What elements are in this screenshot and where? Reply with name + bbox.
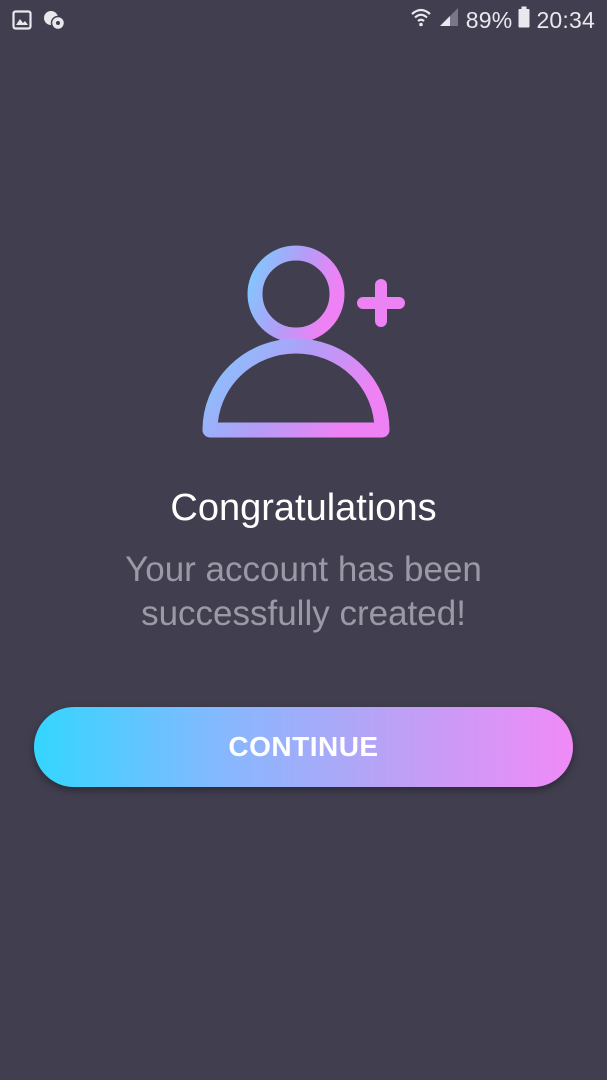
battery-percent: 89% (465, 6, 513, 33)
clock-time: 20:34 (536, 6, 595, 33)
status-bar-left (12, 9, 66, 36)
gallery-icon (12, 10, 32, 35)
battery-icon (518, 6, 530, 34)
success-message: Your account has been successfully creat… (125, 550, 482, 633)
chat-notification-icon (42, 9, 66, 36)
add-user-icon (196, 245, 411, 445)
continue-button[interactable]: CONTINUE (34, 707, 573, 787)
page-title: Congratulations (170, 487, 437, 529)
status-bar-right: 89% 20:34 (410, 6, 595, 34)
signal-icon (438, 6, 460, 34)
wifi-icon (410, 6, 432, 34)
status-bar: 89% 20:34 (0, 0, 607, 42)
